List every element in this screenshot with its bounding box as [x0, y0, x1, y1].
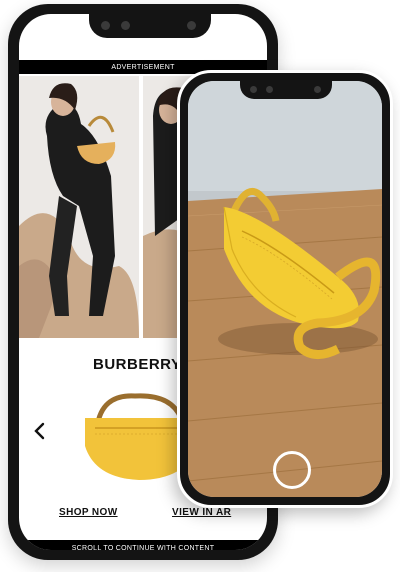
view-in-ar-link[interactable]: VIEW IN AR: [172, 507, 231, 518]
camera-dot: [314, 86, 321, 93]
sensor-dot: [121, 21, 130, 30]
chevron-left-icon[interactable]: [31, 420, 49, 442]
sensor-dot: [250, 86, 257, 93]
capture-circle-icon[interactable]: [273, 451, 311, 489]
brand-logo-text: BURBERRY: [93, 356, 182, 373]
sensor-dot: [266, 86, 273, 93]
shop-now-link[interactable]: SHOP NOW: [59, 507, 118, 518]
ar-camera-scene: [188, 81, 382, 497]
campaign-photo-1: [19, 76, 139, 338]
scroll-to-continue-bar: SCROLL TO CONTINUE WITH CONTENT: [19, 540, 267, 550]
phone-notch: [89, 14, 211, 38]
phone-notch: [240, 81, 332, 99]
camera-dot: [187, 21, 196, 30]
front-phone-frame: [177, 70, 393, 508]
model-photo-illustration: [19, 76, 139, 338]
sensor-dot: [101, 21, 110, 30]
ar-screen: [188, 81, 382, 497]
